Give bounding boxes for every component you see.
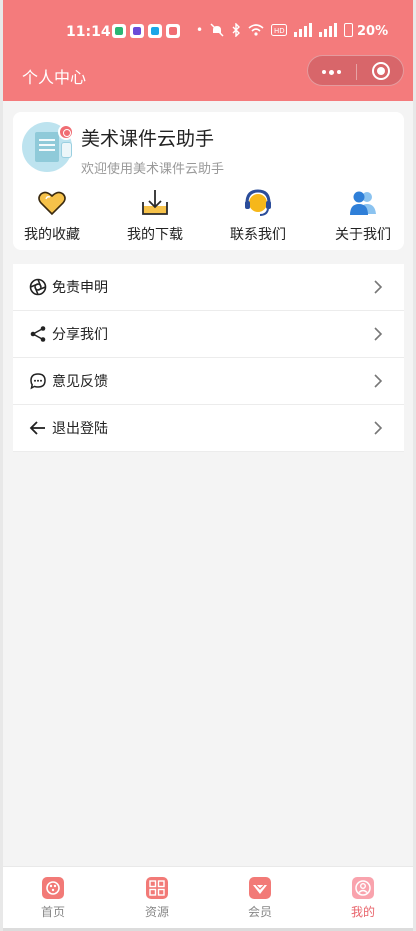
home-icon (42, 877, 64, 899)
tab-home[interactable]: 首页 (18, 875, 88, 925)
signal-icon (319, 23, 338, 37)
menu-item-label: 分享我们 (52, 327, 108, 343)
profile-welcome: 欢迎使用美术课件云助手 (81, 162, 225, 177)
menu-item-share[interactable]: 分享我们 (13, 311, 404, 358)
tab-label: 资源 (144, 905, 169, 919)
battery-percent: 20% (357, 24, 389, 39)
tab-mine[interactable]: 我的 (328, 875, 398, 925)
badge-sticker-icon (61, 142, 72, 158)
notification-app-icons (112, 24, 180, 38)
menu-item-logout[interactable]: 退出登陆 (13, 405, 404, 452)
app-notification-icon (148, 24, 162, 38)
chevron-right-icon (374, 421, 383, 435)
member-icon (249, 877, 271, 899)
signal-icon (294, 23, 313, 37)
app-notification-icon (112, 24, 126, 38)
dot-icon: • (196, 23, 204, 37)
close-target-icon[interactable] (372, 62, 390, 80)
people-icon (350, 191, 376, 215)
quick-action-about[interactable]: 关于我们 (318, 184, 408, 244)
more-dots-icon[interactable] (322, 69, 341, 75)
quick-action-label: 关于我们 (335, 227, 391, 243)
chevron-right-icon (374, 374, 383, 388)
menu-item-label: 免责申明 (52, 280, 108, 296)
profile-card: 美术课件云助手 欢迎使用美术课件云助手 我的收藏 我的下载 联系我们 关于我们 (13, 112, 404, 250)
bottom-tab-bar: 首页 资源 会员 我的 (0, 866, 416, 931)
quick-action-contact[interactable]: 联系我们 (213, 184, 303, 244)
capsule-divider (356, 64, 357, 80)
download-icon (142, 190, 168, 215)
screen-edge-left (0, 0, 3, 931)
app-notification-icon (166, 24, 180, 38)
menu-item-disclaimer[interactable]: 免责申明 (13, 264, 404, 311)
hd-icon: HD (271, 24, 288, 36)
chevron-right-icon (374, 280, 383, 294)
bluetooth-icon (232, 23, 241, 37)
status-bar: 11:14 • HD 20% (0, 18, 416, 46)
tab-resources[interactable]: 资源 (122, 875, 192, 925)
quick-action-label: 我的下载 (127, 227, 183, 243)
svg-text:HD: HD (274, 27, 285, 35)
miniprogram-capsule (307, 55, 404, 86)
chevron-right-icon (374, 327, 383, 341)
mute-icon (210, 23, 224, 37)
page-title: 个人中心 (22, 68, 87, 87)
quick-action-favorites[interactable]: 我的收藏 (7, 184, 97, 244)
header-bar: 11:14 • HD 20% 个人中心 (0, 0, 416, 101)
battery-icon (344, 23, 354, 37)
chat-bubble-icon (30, 373, 46, 390)
tab-label: 会员 (247, 905, 272, 919)
male-icon (58, 124, 74, 140)
tab-label: 首页 (40, 905, 65, 919)
app-notification-icon (130, 24, 144, 38)
status-time: 11:14 (66, 24, 111, 40)
profile-name: 美术课件云助手 (81, 128, 215, 150)
aperture-icon (29, 278, 47, 296)
menu-item-label: 意见反馈 (52, 374, 108, 390)
heart-icon (38, 191, 66, 216)
wifi-icon (248, 24, 264, 36)
system-icons: • HD (196, 23, 354, 37)
menu-item-feedback[interactable]: 意见反馈 (13, 358, 404, 405)
user-icon (352, 877, 374, 899)
tab-label: 我的 (350, 905, 375, 919)
tab-member[interactable]: 会员 (225, 875, 295, 925)
quick-action-label: 联系我们 (230, 227, 286, 243)
arrow-left-icon (29, 421, 45, 435)
share-icon (30, 326, 46, 342)
menu-item-label: 退出登陆 (52, 421, 108, 437)
grid-icon (146, 877, 168, 899)
settings-menu: 免责申明 分享我们 意见反馈 退出登陆 (13, 264, 404, 452)
quick-action-downloads[interactable]: 我的下载 (110, 184, 200, 244)
quick-action-label: 我的收藏 (24, 227, 80, 243)
headset-icon (245, 189, 271, 216)
